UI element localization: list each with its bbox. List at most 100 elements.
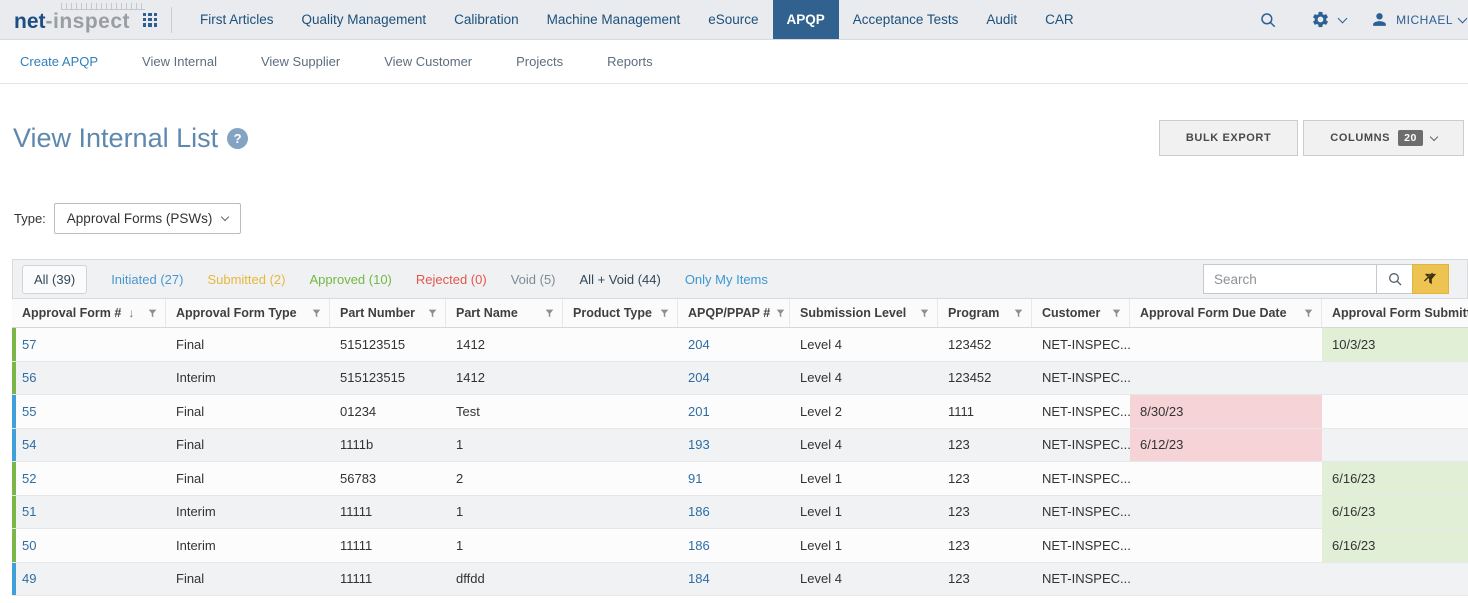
table-row[interactable]: 50Interim111111186Level 1123NET-INSPEC..… xyxy=(12,529,1468,563)
status-tab-void-5[interactable]: Void (5) xyxy=(511,272,556,287)
cell-approval-form[interactable]: 49 xyxy=(12,563,166,596)
cell-apqp-ppap[interactable]: 186 xyxy=(678,529,790,562)
status-tab-initiated-27[interactable]: Initiated (27) xyxy=(111,272,183,287)
status-tab-only-my-items[interactable]: Only My Items xyxy=(685,272,768,287)
cell-customer: NET-INSPEC... xyxy=(1032,563,1130,596)
cell-approval-form[interactable]: 50 xyxy=(12,529,166,562)
nav-item-apqp[interactable]: APQP xyxy=(773,0,839,39)
apps-grid-icon[interactable] xyxy=(143,13,157,27)
cell-apqp-ppap[interactable]: 91 xyxy=(678,462,790,495)
subnav-item-projects[interactable]: Projects xyxy=(516,54,563,69)
column-header-program[interactable]: Program xyxy=(938,299,1032,327)
table-row[interactable]: 56Interim5151235151412204Level 4123452NE… xyxy=(12,362,1468,396)
table-row[interactable]: 49Final11111dffdd184Level 4123NET-INSPEC… xyxy=(12,563,1468,597)
status-tab-all-39[interactable]: All (39) xyxy=(22,265,87,294)
table-row[interactable]: 57Final5151235151412204Level 4123452NET-… xyxy=(12,328,1468,362)
user-avatar-icon[interactable] xyxy=(1370,10,1389,29)
cell-apqp-ppap[interactable]: 201 xyxy=(678,395,790,428)
nav-item-audit[interactable]: Audit xyxy=(972,0,1031,39)
column-header-submission-level[interactable]: Submission Level xyxy=(790,299,938,327)
cell-approval-form[interactable]: 56 xyxy=(12,362,166,395)
cell-approval-form-submitted: 6/16/23 xyxy=(1322,529,1468,562)
table-row[interactable]: 52Final56783291Level 1123NET-INSPEC...6/… xyxy=(12,462,1468,496)
cell-part-name: 1412 xyxy=(446,328,563,361)
app-logo[interactable]: net -inspect xyxy=(14,0,130,39)
search-input[interactable] xyxy=(1203,264,1377,294)
subnav-item-reports[interactable]: Reports xyxy=(607,54,653,69)
cell-apqp-ppap[interactable]: 193 xyxy=(678,429,790,462)
table-row[interactable]: 51Interim111111186Level 1123NET-INSPEC..… xyxy=(12,496,1468,530)
cell-apqp-ppap[interactable]: 204 xyxy=(678,362,790,395)
cell-program: 123452 xyxy=(938,362,1032,395)
column-header-part-name[interactable]: Part Name xyxy=(446,299,563,327)
column-label: Approval Form Type xyxy=(176,306,297,320)
column-filter-icon[interactable] xyxy=(422,309,437,318)
user-name[interactable]: MICHAEL xyxy=(1396,13,1453,27)
columns-chevron-down-icon xyxy=(1430,132,1438,140)
column-filter-icon[interactable] xyxy=(539,309,554,318)
status-tab-all-void-44[interactable]: All + Void (44) xyxy=(580,272,661,287)
nav-item-machine-management[interactable]: Machine Management xyxy=(533,0,695,39)
nav-item-first-articles[interactable]: First Articles xyxy=(186,0,288,39)
cell-approval-form-type: Final xyxy=(166,328,330,361)
cell-approval-form-submitted: 6/16/23 xyxy=(1322,462,1468,495)
nav-item-calibration[interactable]: Calibration xyxy=(440,0,533,39)
cell-approval-form[interactable]: 57 xyxy=(12,328,166,361)
cell-approval-form[interactable]: 51 xyxy=(12,496,166,529)
cell-apqp-ppap[interactable]: 184 xyxy=(678,563,790,596)
column-header-customer[interactable]: Customer xyxy=(1032,299,1130,327)
clear-filter-button[interactable] xyxy=(1412,264,1449,294)
search-button[interactable] xyxy=(1376,264,1413,294)
bulk-export-button[interactable]: BULK EXPORT xyxy=(1159,120,1298,156)
cell-apqp-ppap[interactable]: 186 xyxy=(678,496,790,529)
status-tab-submitted-2[interactable]: Submitted (2) xyxy=(207,272,285,287)
status-tab-rejected-0[interactable]: Rejected (0) xyxy=(416,272,487,287)
nav-item-esource[interactable]: eSource xyxy=(694,0,772,39)
column-filter-icon[interactable] xyxy=(142,309,157,318)
nav-item-car[interactable]: CAR xyxy=(1031,0,1088,39)
column-header-apqp-ppap[interactable]: APQP/PPAP # xyxy=(678,299,790,327)
columns-label: COLUMNS xyxy=(1330,132,1390,144)
column-header-approval-form-type[interactable]: Approval Form Type xyxy=(166,299,330,327)
cell-approval-form-type: Final xyxy=(166,429,330,462)
column-filter-icon[interactable] xyxy=(1298,309,1313,318)
column-header-part-number[interactable]: Part Number xyxy=(330,299,446,327)
column-filter-icon[interactable] xyxy=(770,309,785,318)
column-header-approval-form[interactable]: Approval Form #↓ xyxy=(12,299,166,327)
column-filter-icon xyxy=(660,309,669,318)
column-filter-icon[interactable] xyxy=(914,309,929,318)
subnav-item-view-internal[interactable]: View Internal xyxy=(142,54,217,69)
type-select[interactable]: Approval Forms (PSWs) xyxy=(54,203,241,234)
help-icon[interactable]: ? xyxy=(227,128,248,149)
column-header-approval-form-submitted[interactable]: Approval Form Submitted xyxy=(1322,299,1468,327)
cell-submission-level: Level 4 xyxy=(790,563,938,596)
cell-approval-form-due-date xyxy=(1130,496,1322,529)
cell-approval-form[interactable]: 54 xyxy=(12,429,166,462)
column-header-product-type[interactable]: Product Type xyxy=(563,299,678,327)
table-row[interactable]: 54Final1111b1193Level 4123NET-INSPEC...6… xyxy=(12,429,1468,463)
user-chevron-down-icon[interactable] xyxy=(1458,13,1468,23)
gear-icon[interactable] xyxy=(1311,10,1330,29)
subnav-item-view-supplier[interactable]: View Supplier xyxy=(261,54,340,69)
columns-button[interactable]: COLUMNS 20 xyxy=(1303,120,1464,156)
cell-customer: NET-INSPEC... xyxy=(1032,362,1130,395)
column-filter-icon[interactable] xyxy=(1008,309,1023,318)
column-filter-icon xyxy=(148,309,157,318)
column-label: Submission Level xyxy=(800,306,906,320)
subnav-item-create-apqp[interactable]: Create APQP xyxy=(20,54,98,69)
nav-item-acceptance-tests[interactable]: Acceptance Tests xyxy=(839,0,973,39)
column-filter-icon[interactable] xyxy=(654,309,669,318)
column-filter-icon[interactable] xyxy=(306,309,321,318)
cell-approval-form[interactable]: 52 xyxy=(12,462,166,495)
status-tab-approved-10[interactable]: Approved (10) xyxy=(310,272,392,287)
cell-apqp-ppap[interactable]: 204 xyxy=(678,328,790,361)
column-header-approval-form-due-date[interactable]: Approval Form Due Date xyxy=(1130,299,1322,327)
settings-chevron-down-icon[interactable] xyxy=(1338,13,1348,23)
search-icon[interactable] xyxy=(1259,11,1277,29)
subnav-item-view-customer[interactable]: View Customer xyxy=(384,54,472,69)
nav-item-quality-management[interactable]: Quality Management xyxy=(288,0,441,39)
column-filter-icon[interactable] xyxy=(1106,309,1121,318)
table-row[interactable]: 55Final01234Test201Level 21111NET-INSPEC… xyxy=(12,395,1468,429)
column-label: Part Number xyxy=(340,306,415,320)
cell-approval-form[interactable]: 55 xyxy=(12,395,166,428)
